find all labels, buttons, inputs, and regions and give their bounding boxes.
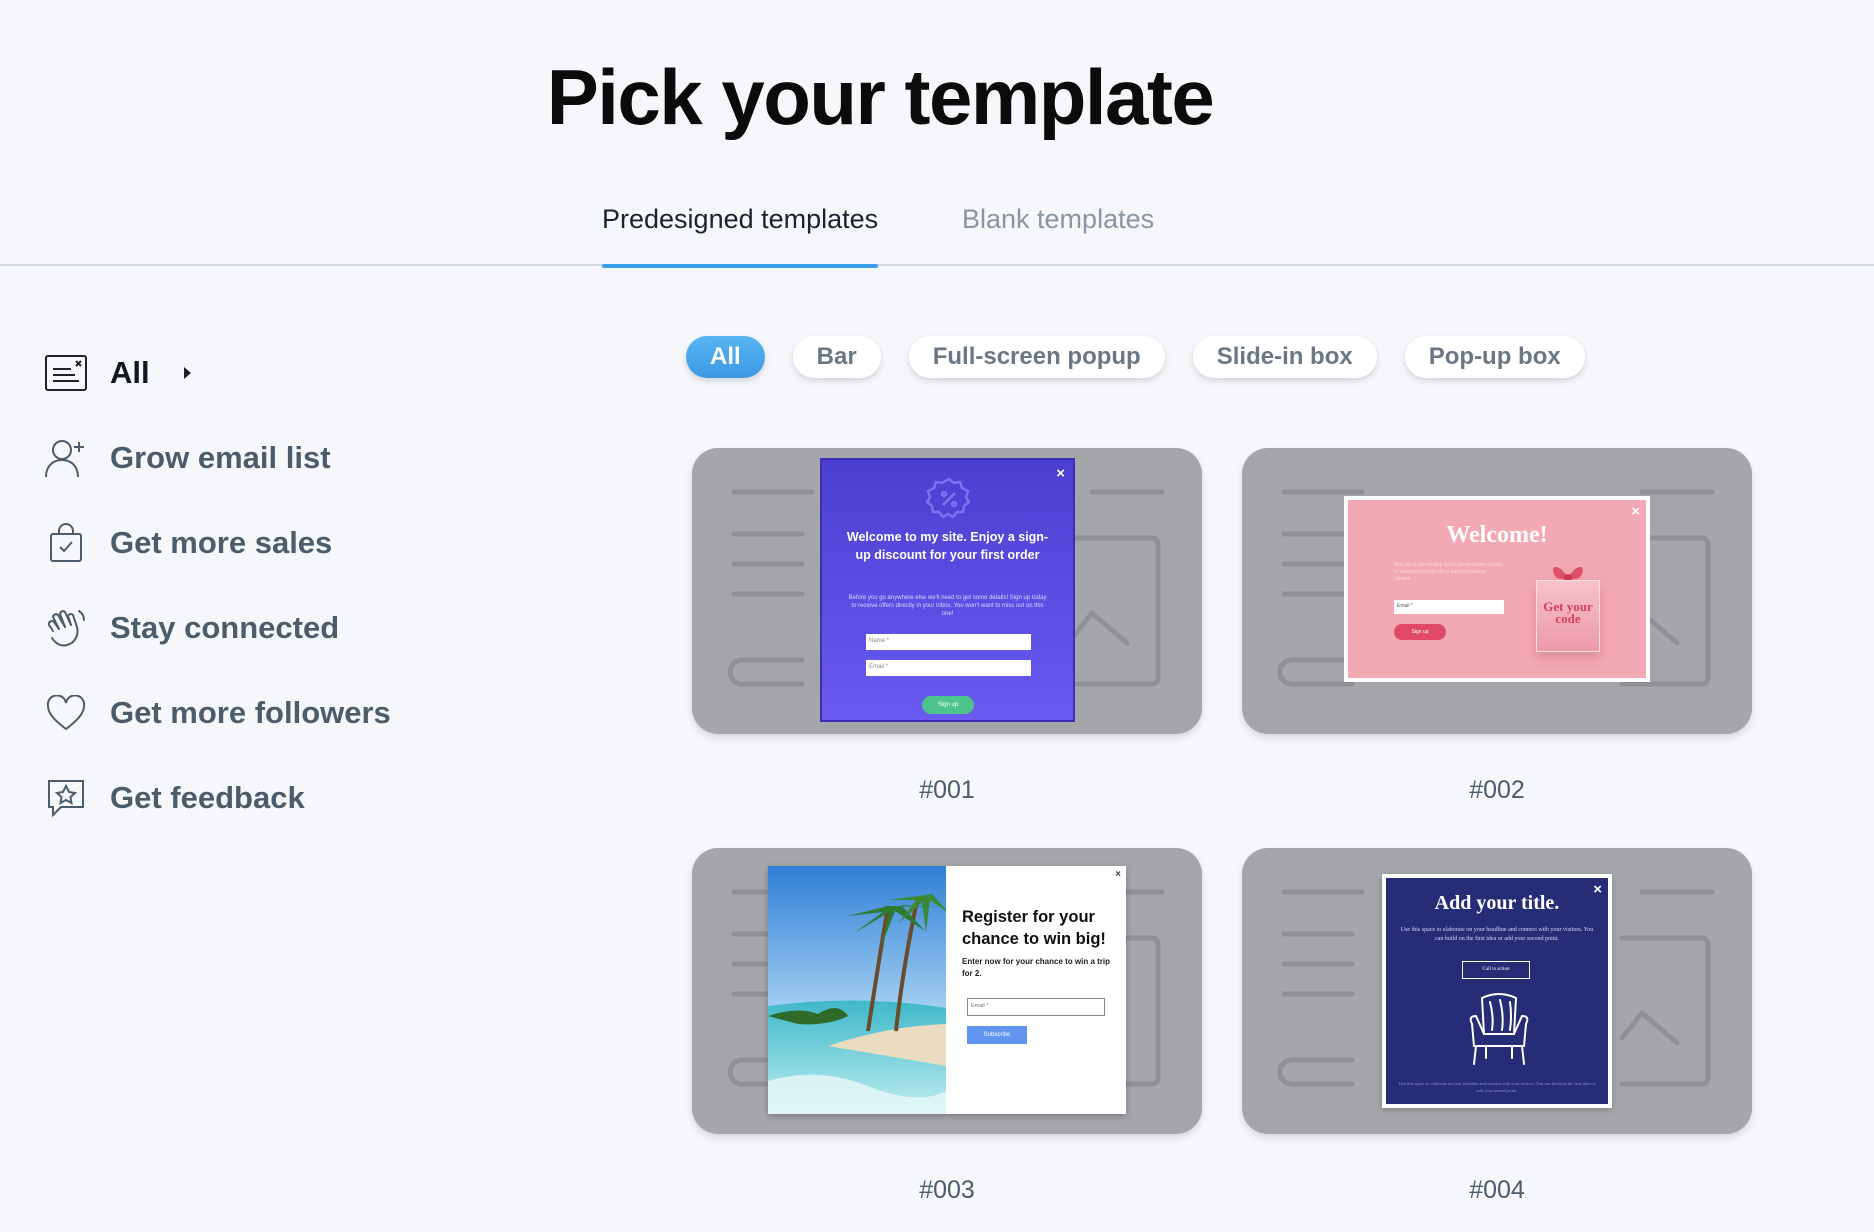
close-icon: × bbox=[1631, 503, 1640, 520]
shopping-bag-icon bbox=[44, 521, 88, 565]
gift-text: Get your code bbox=[1543, 599, 1593, 626]
sidebar: All Grow email list Get more sales Stay … bbox=[44, 330, 391, 840]
sidebar-item-get-more-sales[interactable]: Get more sales bbox=[44, 500, 391, 585]
discount-badge-icon bbox=[926, 477, 971, 519]
popup-name-field: Name * bbox=[866, 634, 1031, 650]
popup-title: Welcome! bbox=[1446, 522, 1548, 548]
sidebar-item-label: All bbox=[110, 354, 150, 390]
template-card-003[interactable]: × Register for your chance to win big! E… bbox=[692, 848, 1202, 1134]
popup-preview-004: × Add your title. Use this space to elab… bbox=[1382, 874, 1612, 1108]
popup-email-field: Email * bbox=[866, 660, 1031, 676]
sidebar-item-label: Get more sales bbox=[110, 524, 333, 560]
popup-cta-button: Call to action bbox=[1462, 961, 1530, 979]
filter-chips: All Bar Full-screen popup Slide-in box P… bbox=[686, 336, 1585, 378]
popup-preview-001: × Welcome to my site. Enjoy a sign-up di… bbox=[820, 458, 1075, 722]
popup-email-field: Email * bbox=[1394, 600, 1504, 614]
popup-preview-002: × Welcome! Sign up to our mailing list t… bbox=[1344, 496, 1650, 682]
sidebar-item-grow-email-list[interactable]: Grow email list bbox=[44, 415, 391, 500]
sidebar-item-label: Stay connected bbox=[110, 609, 340, 645]
popup-body: Use this space to elaborate on your head… bbox=[1400, 927, 1594, 942]
filter-slide-in-box[interactable]: Slide-in box bbox=[1192, 336, 1377, 378]
template-caption: #001 bbox=[919, 776, 975, 804]
close-icon: × bbox=[1056, 465, 1065, 482]
caret-right-icon bbox=[183, 366, 191, 379]
template-tabs: Predesigned templates Blank templates bbox=[0, 200, 1874, 268]
popup-window-icon bbox=[44, 351, 88, 395]
template-caption: #002 bbox=[1469, 776, 1525, 804]
tab-predesigned-templates[interactable]: Predesigned templates bbox=[602, 204, 879, 268]
template-card-001[interactable]: × Welcome to my site. Enjoy a sign-up di… bbox=[692, 448, 1202, 734]
filter-full-screen-popup[interactable]: Full-screen popup bbox=[908, 336, 1165, 378]
close-icon: × bbox=[1115, 869, 1121, 880]
popup-footer: Use this space to elaborate on your head… bbox=[1398, 1081, 1596, 1093]
beach-image bbox=[768, 866, 946, 1114]
template-card-004[interactable]: × Add your title. Use this space to elab… bbox=[1242, 848, 1752, 1134]
waving-hand-icon bbox=[44, 606, 88, 650]
template-caption: #003 bbox=[919, 1176, 975, 1204]
template-card-002[interactable]: × Welcome! Sign up to our mailing list t… bbox=[1242, 448, 1752, 734]
sidebar-item-label: Get more followers bbox=[110, 694, 391, 730]
sidebar-item-all[interactable]: All bbox=[44, 330, 391, 415]
sidebar-item-label: Grow email list bbox=[110, 439, 331, 475]
popup-signup-button: Sign up bbox=[1394, 624, 1446, 640]
armchair-icon bbox=[1469, 993, 1529, 1065]
add-user-icon bbox=[44, 436, 88, 480]
sidebar-item-get-more-followers[interactable]: Get more followers bbox=[44, 670, 391, 755]
popup-body: Sign up to our mailing list to get exclu… bbox=[1394, 562, 1503, 582]
popup-title: Register for your chance to win big! bbox=[962, 908, 1106, 948]
popup-email-field: Email * bbox=[967, 998, 1105, 1016]
gift-box: Get your code bbox=[1536, 580, 1600, 652]
tab-blank-templates[interactable]: Blank templates bbox=[962, 204, 1154, 266]
popup-title: Add your title. bbox=[1434, 892, 1560, 914]
popup-subscribe-button: Subscribe bbox=[967, 1026, 1027, 1044]
filter-all[interactable]: All bbox=[686, 336, 765, 378]
heart-icon bbox=[44, 691, 88, 735]
popup-title: Welcome to my site. Enjoy a sign-up disc… bbox=[846, 530, 1049, 562]
filter-bar[interactable]: Bar bbox=[792, 336, 881, 378]
star-speech-bubble-icon bbox=[44, 776, 88, 820]
template-caption: #004 bbox=[1469, 1176, 1525, 1204]
filter-pop-up-box[interactable]: Pop-up box bbox=[1404, 336, 1585, 378]
popup-subtitle: Enter now for your chance to win a trip … bbox=[962, 957, 1111, 978]
sidebar-item-stay-connected[interactable]: Stay connected bbox=[44, 585, 391, 670]
sidebar-item-get-feedback[interactable]: Get feedback bbox=[44, 755, 391, 840]
popup-preview-003: × Register for your chance to win big! E… bbox=[768, 866, 1126, 1114]
page-title: Pick your template bbox=[546, 53, 1215, 141]
popup-body: Before you go anywhere else we'll need t… bbox=[848, 595, 1047, 617]
popup-signup-button: Sign up bbox=[922, 696, 974, 714]
sidebar-item-label: Get feedback bbox=[110, 779, 305, 815]
